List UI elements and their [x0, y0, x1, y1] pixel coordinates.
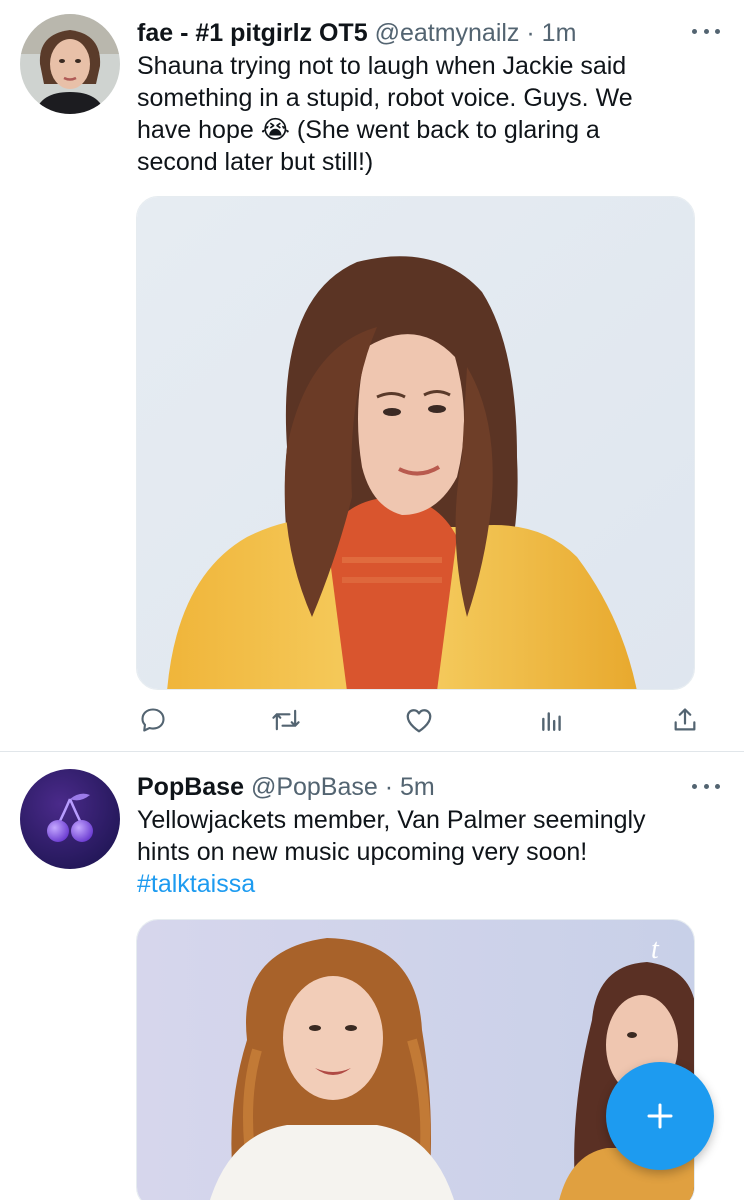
watermark-logo: t — [651, 934, 660, 965]
avatar-image — [20, 14, 120, 114]
tweet-header: fae - #1 pitgirlz OT5 @eatmynailz · 1m — [137, 16, 688, 50]
display-name[interactable]: PopBase — [137, 773, 244, 801]
separator-dot: · — [384, 773, 394, 801]
analytics-icon[interactable] — [535, 704, 569, 736]
tweet-text-line: second later but still!) — [137, 148, 374, 176]
like-icon[interactable] — [402, 704, 436, 736]
more-options-icon[interactable] — [692, 23, 720, 39]
tweet-media[interactable]: t — [136, 919, 695, 1200]
more-options-icon[interactable] — [692, 778, 720, 794]
username[interactable]: @PopBase — [251, 773, 378, 801]
tweet-text: Shauna trying not to laugh when Jackie s… — [137, 50, 707, 178]
tweet[interactable]: fae - #1 pitgirlz OT5 @eatmynailz · 1m S… — [0, 0, 744, 752]
separator-dot: · — [526, 19, 535, 47]
photo-woman-yellow-blazer — [137, 197, 694, 689]
tweet-header: PopBase @PopBase · 5m — [137, 770, 688, 804]
display-name[interactable]: fae - #1 pitgirlz OT5 — [137, 19, 368, 47]
share-icon[interactable] — [668, 704, 702, 736]
tweet-text-line: Shauna trying not to laugh when Jackie s… — [137, 52, 627, 80]
timestamp[interactable]: 5m — [400, 773, 435, 801]
avatar[interactable] — [20, 769, 120, 869]
timestamp[interactable]: 1m — [542, 19, 577, 47]
tweet-text-line: something in a stupid, robot voice. Guys… — [137, 84, 633, 112]
username[interactable]: @eatmynailz — [375, 19, 520, 47]
hashtag-link[interactable]: #talktaissa — [137, 868, 707, 900]
retweet-icon[interactable] — [269, 704, 303, 736]
photo-two-women: t — [137, 920, 694, 1200]
tweet-text-line: hints on new music upcoming very soon! — [137, 838, 588, 866]
tweet-text-line: Yellowjackets member, Van Palmer seeming… — [137, 806, 646, 834]
tweet-text: Yellowjackets member, Van Palmer seeming… — [137, 804, 707, 900]
compose-tweet-button[interactable] — [606, 1062, 714, 1170]
tweet-actions — [0, 704, 744, 736]
cherry-logo-icon — [20, 769, 120, 869]
tweet-text-line: have hope 😭 (She went back to glaring a — [137, 116, 600, 144]
compose-plus-icon — [647, 1103, 673, 1129]
tweet-media[interactable] — [136, 196, 695, 690]
avatar[interactable] — [20, 14, 120, 114]
reply-icon[interactable] — [136, 704, 170, 736]
